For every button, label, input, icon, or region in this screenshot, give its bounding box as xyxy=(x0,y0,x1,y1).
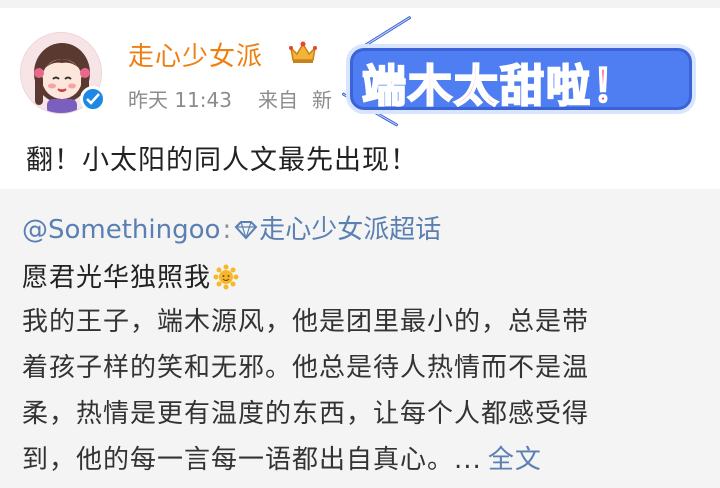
top-divider xyxy=(0,0,720,8)
verified-badge-icon xyxy=(80,86,106,112)
repost-text-line: 我的王子，端木源风，他是团里最小的，总是带 xyxy=(22,307,590,337)
full-text-link[interactable]: 全文 xyxy=(488,445,542,475)
sticker-overlay: 端木太甜啦！ xyxy=(340,15,700,127)
post-text: 翻！小太阳的同人文最先出现！ xyxy=(26,145,418,176)
repost-text-line: 到，他的每一言每一语都出自真心。 xyxy=(22,445,455,475)
mention-separator: : xyxy=(222,215,232,245)
repost-text-line: 着孩子样的笑和无邪。他总是待人热情而不是温 xyxy=(22,353,590,383)
post-time: 昨天 11:43 xyxy=(128,88,232,112)
repost-card[interactable]: @Somethingoo: 走心少女派超话 愿君光华独照我 我的王子，端木源风，他… xyxy=(0,189,720,488)
mention-link[interactable]: @Somethingoo xyxy=(22,215,220,245)
sun-emoji-icon xyxy=(213,264,239,290)
post-source-name[interactable]: 新 xyxy=(312,84,332,113)
repost-title: 愿君光华独照我 xyxy=(22,257,239,294)
repost-text-last-line: 到，他的每一言每一语都出自真心。... 全文 xyxy=(22,439,542,476)
repost-text-line: 柔，热情是更有温度的东西，让每个人都感受得 xyxy=(22,399,590,429)
username[interactable]: 走心少女派 xyxy=(128,36,263,73)
repost-title-text: 愿君光华独照我 xyxy=(22,263,212,293)
ellipsis: ... xyxy=(454,445,482,475)
post-source-label: 来自 xyxy=(258,88,298,112)
sticker-text: 端木太甜啦！ xyxy=(361,60,638,113)
super-topic-diamond-icon xyxy=(233,217,259,240)
super-topic-link[interactable]: 走心少女派超话 xyxy=(259,215,441,245)
repost-header: @Somethingoo: 走心少女派超话 xyxy=(22,209,441,246)
crown-badge-icon[interactable] xyxy=(288,40,318,64)
